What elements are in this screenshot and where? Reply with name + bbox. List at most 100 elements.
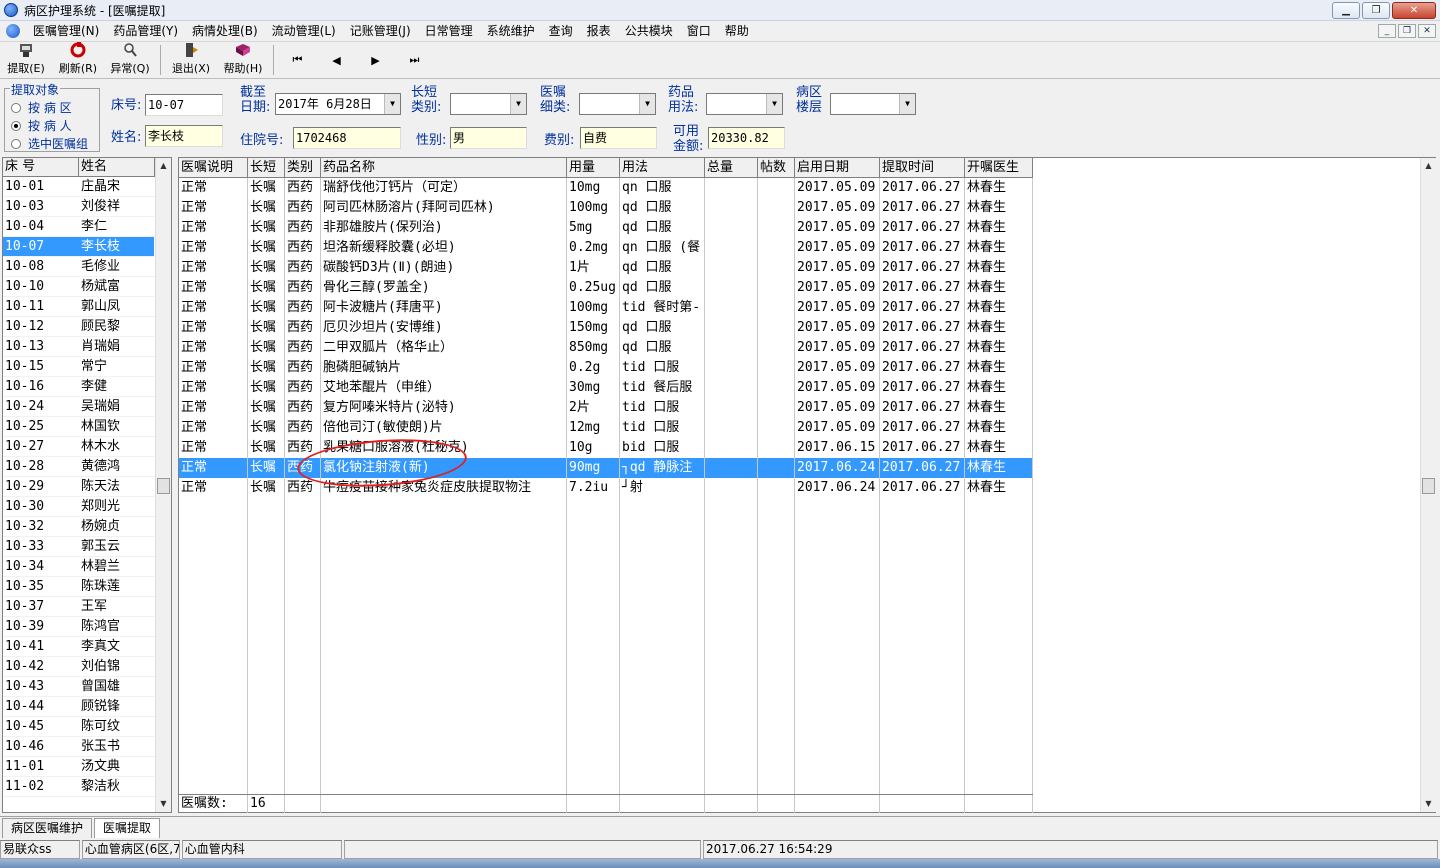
usage-select[interactable]: ▼ xyxy=(706,93,783,115)
tab-ward-order-maintenance[interactable]: 病区医嘱维护 xyxy=(2,818,93,838)
prev-record-button[interactable]: ◀ xyxy=(317,42,356,78)
order-row[interactable]: 正常 长嘱 西药 坦洛新缓释胶囊(必坦) 0.2mg qn 口服 (餐 2017.05.09… xyxy=(179,238,1033,258)
patient-row[interactable]: 10-33 郭玉云 xyxy=(3,537,171,557)
patient-row[interactable]: 10-03 刘俊祥 xyxy=(3,197,171,217)
column-header-drug-name[interactable]: 药品名称 xyxy=(321,158,567,177)
scroll-down-icon[interactable]: ▼ xyxy=(156,796,171,812)
menu-report[interactable]: 报表 xyxy=(580,21,618,41)
refresh-button[interactable]: 刷新(R) xyxy=(52,42,104,78)
patient-row[interactable]: 10-43 曾国雄 xyxy=(3,677,171,697)
order-row[interactable]: 正常 长嘱 西药 二甲双胍片（格华止） 850mg qd 口服 2017.05.09 2017… xyxy=(179,338,1033,358)
help-button[interactable]: 帮助(H) xyxy=(217,42,269,78)
order-row[interactable]: 正常 长嘱 西药 厄贝沙坦片(安博维) 150mg qd 口服 2017.05.09 2017… xyxy=(179,318,1033,338)
patient-row[interactable]: 10-35 陈珠莲 xyxy=(3,577,171,597)
patient-row[interactable]: 10-46 张玉书 xyxy=(3,737,171,757)
order-row[interactable]: 正常 长嘱 西药 瑞舒伐他汀钙片（可定） 10mg qn 口服 2017.05.09 2017… xyxy=(179,178,1033,198)
order-row[interactable]: 正常 长嘱 西药 乳果糖口服溶液(杜秘克) 10g bid 口服 2017.06.15 201… xyxy=(179,438,1033,458)
order-row[interactable]: 正常 长嘱 西药 碳酸钙D3片(Ⅱ)(朗迪) 1片 qd 口服 2017.05.09 2017… xyxy=(179,258,1033,278)
extract-button[interactable]: 提取(E) xyxy=(0,42,52,78)
column-header-usage[interactable]: 用法 xyxy=(620,158,705,177)
column-header-note[interactable]: 医嘱说明 xyxy=(179,158,248,177)
tab-order-extract[interactable]: 医嘱提取 xyxy=(94,818,161,838)
mdi-close-button[interactable]: ✕ xyxy=(1418,24,1436,38)
bed-input[interactable]: 10-07 xyxy=(145,94,223,116)
patient-row[interactable]: 10-29 陈天法 xyxy=(3,477,171,497)
patient-row[interactable]: 10-44 顾锐锋 xyxy=(3,697,171,717)
scroll-down-icon[interactable]: ▼ xyxy=(1421,796,1436,812)
patient-row[interactable]: 11-02 黎洁秋 xyxy=(3,777,171,797)
patient-row[interactable]: 10-07 李长枝 xyxy=(3,237,171,257)
patient-row[interactable]: 10-25 林国钦 xyxy=(3,417,171,437)
radio-by-ward[interactable]: 按 病 区 xyxy=(11,99,72,116)
radio-selected-group[interactable]: 选中医嘱组 xyxy=(11,135,88,152)
date-picker[interactable]: 2017年 6月28日 ▼ xyxy=(275,93,401,115)
first-record-button[interactable]: ⏮ xyxy=(278,42,317,78)
patient-row[interactable]: 10-01 庄晶宋 xyxy=(3,177,171,197)
exception-button[interactable]: 异常(Q) xyxy=(104,42,156,78)
column-header-extract-time[interactable]: 提取时间 xyxy=(880,158,965,177)
order-row[interactable]: 正常 长嘱 西药 艾地苯醌片（申维） 30mg tid 餐后服 2017.05.09 2017… xyxy=(179,378,1033,398)
order-row[interactable]: 正常 长嘱 西药 氯化钠注射液(新) 90mg ┐qd 静脉注 2017.06.24 2017… xyxy=(179,458,1033,478)
column-header-term[interactable]: 长短 xyxy=(248,158,285,177)
patient-row[interactable]: 10-42 刘伯锦 xyxy=(3,657,171,677)
scroll-up-icon[interactable]: ▲ xyxy=(156,158,171,174)
restore-button[interactable]: ❐ xyxy=(1362,2,1390,19)
menu-drug-mgmt[interactable]: 药品管理(Y) xyxy=(106,21,185,41)
order-row[interactable]: 正常 长嘱 西药 阿司匹林肠溶片(拜阿司匹林) 100mg qd 口服 2017.05.09… xyxy=(179,198,1033,218)
patient-row[interactable]: 10-39 陈鸿官 xyxy=(3,617,171,637)
menu-accounting[interactable]: 记账管理(J) xyxy=(343,21,418,41)
patient-row[interactable]: 10-11 郭山凤 xyxy=(3,297,171,317)
scroll-up-icon[interactable]: ▲ xyxy=(1421,158,1436,174)
menu-condition[interactable]: 病情处理(B) xyxy=(185,21,265,41)
patient-row[interactable]: 10-27 林木水 xyxy=(3,437,171,457)
menu-daily[interactable]: 日常管理 xyxy=(418,21,480,41)
patient-row[interactable]: 10-08 毛修业 xyxy=(3,257,171,277)
column-header-total[interactable]: 总量 xyxy=(705,158,758,177)
order-row[interactable]: 正常 长嘱 西药 倍他司汀(敏使朗)片 12mg tid 口服 2017.05.09 2017… xyxy=(179,418,1033,438)
menu-help[interactable]: 帮助 xyxy=(718,21,756,41)
floor-select[interactable]: ▼ xyxy=(830,93,916,115)
patient-row[interactable]: 10-12 顾民黎 xyxy=(3,317,171,337)
scroll-thumb[interactable] xyxy=(157,478,170,494)
minimize-button[interactable]: ▁ xyxy=(1332,2,1360,19)
patient-row[interactable]: 10-30 郑则光 xyxy=(3,497,171,517)
column-header-start-date[interactable]: 启用日期 xyxy=(795,158,880,177)
patient-row[interactable]: 10-16 李健 xyxy=(3,377,171,397)
last-record-button[interactable]: ⏭ xyxy=(395,42,434,78)
order-row[interactable]: 正常 长嘱 西药 胞磷胆碱钠片 0.2g tid 口服 2017.05.09 2017.06.… xyxy=(179,358,1033,378)
patient-row[interactable]: 10-24 吴瑞娟 xyxy=(3,397,171,417)
next-record-button[interactable]: ▶ xyxy=(356,42,395,78)
patient-row[interactable]: 10-34 林碧兰 xyxy=(3,557,171,577)
patient-row[interactable]: 10-15 常宁 xyxy=(3,357,171,377)
patient-row[interactable]: 10-10 杨斌富 xyxy=(3,277,171,297)
patient-row[interactable]: 10-37 王军 xyxy=(3,597,171,617)
menu-order-mgmt[interactable]: 医嘱管理(N) xyxy=(26,21,106,41)
scroll-thumb[interactable] xyxy=(1422,478,1435,494)
order-row[interactable]: 正常 长嘱 西药 骨化三醇(罗盖全) 0.25ug qd 口服 2017.05.09 2017… xyxy=(179,278,1033,298)
patient-row[interactable]: 10-32 杨婉贞 xyxy=(3,517,171,537)
column-header-category[interactable]: 类别 xyxy=(285,158,321,177)
order-row[interactable]: 正常 长嘱 西药 复方阿嗪米特片(泌特) 2片 tid 口服 2017.05.09 2017.… xyxy=(179,398,1033,418)
exit-button[interactable]: 退出(X) xyxy=(165,42,217,78)
order-grid-scrollbar[interactable]: ▲ ▼ xyxy=(1420,158,1436,812)
menu-system[interactable]: 系统维护 xyxy=(480,21,542,41)
close-button[interactable]: ✕ xyxy=(1392,2,1436,19)
mdi-minimize-button[interactable]: _ xyxy=(1378,24,1396,38)
app-menu-icon[interactable] xyxy=(6,24,20,38)
mdi-restore-button[interactable]: ❐ xyxy=(1398,24,1416,38)
order-row[interactable]: 正常 长嘱 西药 阿卡波糖片(拜唐平) 100mg tid 餐时第- 2017.05.09 2… xyxy=(179,298,1033,318)
column-header-doses[interactable]: 帖数 xyxy=(758,158,795,177)
column-header-doctor[interactable]: 开嘱医生 xyxy=(965,158,1033,177)
menu-window[interactable]: 窗口 xyxy=(680,21,718,41)
patient-list-scrollbar[interactable]: ▲ ▼ xyxy=(155,158,171,812)
column-header-name[interactable]: 姓名 xyxy=(79,158,155,176)
column-header-dose[interactable]: 用量 xyxy=(567,158,620,177)
patient-row[interactable]: 10-45 陈可纹 xyxy=(3,717,171,737)
patient-row[interactable]: 10-04 李仁 xyxy=(3,217,171,237)
menu-query[interactable]: 查询 xyxy=(542,21,580,41)
order-row[interactable]: 正常 长嘱 西药 非那雄胺片(保列治) 5mg qd 口服 2017.05.09 2017.0… xyxy=(179,218,1033,238)
menu-public[interactable]: 公共模块 xyxy=(618,21,680,41)
longshort-select[interactable]: ▼ xyxy=(450,93,527,115)
order-type-select[interactable]: ▼ xyxy=(579,93,656,115)
patient-row[interactable]: 10-41 李真文 xyxy=(3,637,171,657)
